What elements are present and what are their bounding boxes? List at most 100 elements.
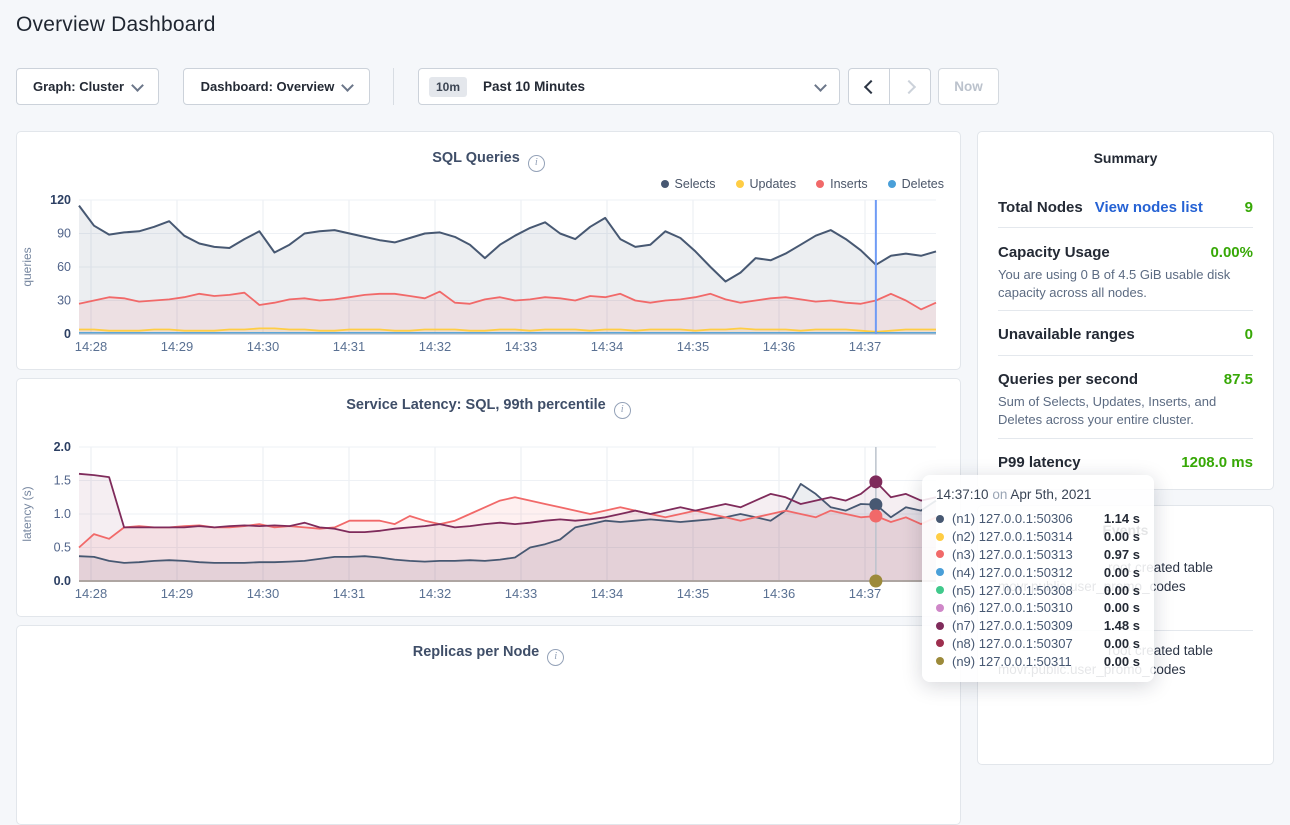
tooltip-node-row: (n3) 127.0.0.1:503130.97 s xyxy=(936,546,1140,564)
chevron-down-icon xyxy=(341,79,354,92)
info-icon[interactable]: i xyxy=(547,649,564,666)
svg-text:14:35: 14:35 xyxy=(677,586,710,601)
tooltip-node-row: (n5) 127.0.0.1:50308 0.00 s xyxy=(936,581,1140,599)
service-latency-panel: Service Latency: SQL, 99th percentilei 1… xyxy=(16,378,961,617)
node-latency-value: 0.00 s xyxy=(1104,654,1140,669)
sql-queries-chart[interactable]: 14:2814:2914:3014:3114:3214:3314:3414:35… xyxy=(17,192,962,367)
node-address: (n5) 127.0.0.1:50308 xyxy=(952,583,1073,598)
info-icon[interactable]: i xyxy=(614,402,631,419)
dashboard-dropdown-label: Dashboard: Overview xyxy=(201,79,335,94)
time-step-buttons xyxy=(848,68,931,105)
node-dot-icon xyxy=(936,639,944,647)
svg-text:30: 30 xyxy=(57,294,71,308)
tooltip-node-row: (n2) 127.0.0.1:50314 0.00 s xyxy=(936,528,1140,546)
now-button[interactable]: Now xyxy=(938,68,999,105)
svg-text:14:32: 14:32 xyxy=(419,339,452,354)
chevron-down-icon xyxy=(131,79,144,92)
legend-dot-icon xyxy=(888,180,896,188)
page-title: Overview Dashboard xyxy=(16,13,216,37)
summary-row-capacity: Capacity Usage 0.00% You are using 0 B o… xyxy=(998,228,1253,311)
svg-text:1.0: 1.0 xyxy=(54,507,71,521)
tooltip-timestamp: 14:37:10 on Apr 5th, 2021 xyxy=(936,487,1140,502)
node-address: (n2) 127.0.0.1:50314 xyxy=(952,529,1073,544)
node-address: (n6) 127.0.0.1:50310 xyxy=(952,600,1073,615)
node-latency-value: 0.00 s xyxy=(1104,583,1140,598)
capacity-usage-value: 0.00% xyxy=(1210,244,1253,261)
node-latency-value: 1.48 s xyxy=(1104,618,1140,633)
replicas-per-node-title: Replicas per Nodei xyxy=(17,644,960,666)
prev-range-button[interactable] xyxy=(849,69,889,104)
svg-text:0.5: 0.5 xyxy=(54,541,71,555)
svg-text:14:37: 14:37 xyxy=(849,339,882,354)
svg-text:14:30: 14:30 xyxy=(247,339,280,354)
service-latency-title: Service Latency: SQL, 99th percentilei xyxy=(17,397,960,419)
svg-text:14:36: 14:36 xyxy=(763,586,796,601)
view-nodes-list-link[interactable]: View nodes list xyxy=(1095,199,1203,216)
dashboard-dropdown[interactable]: Dashboard: Overview xyxy=(183,68,370,105)
svg-text:90: 90 xyxy=(57,227,71,241)
svg-text:14:37: 14:37 xyxy=(849,586,882,601)
chevron-left-icon xyxy=(863,79,877,93)
p99-latency-label: P99 latency xyxy=(998,454,1081,471)
sql-queries-panel: SQL Queriesi Selects Updates Inserts Delete… xyxy=(16,131,961,370)
capacity-usage-label: Capacity Usage xyxy=(998,244,1110,261)
svg-text:queries: queries xyxy=(20,247,34,286)
node-address: (n4) 127.0.0.1:50312 xyxy=(952,565,1073,580)
replicas-per-node-panel: Replicas per Nodei xyxy=(16,625,961,825)
svg-text:14:34: 14:34 xyxy=(591,586,624,601)
legend-item: Deletes xyxy=(888,177,944,191)
node-address: (n3) 127.0.0.1:50313 xyxy=(952,547,1073,562)
node-latency-value: 0.00 s xyxy=(1104,600,1140,615)
graph-dropdown-label: Graph: Cluster xyxy=(33,79,124,94)
svg-text:14:29: 14:29 xyxy=(161,586,194,601)
legend-dot-icon xyxy=(736,180,744,188)
node-latency-value: 1.14 s xyxy=(1104,511,1140,526)
legend-dot-icon xyxy=(661,180,669,188)
service-latency-chart[interactable]: 14:2814:2914:3014:3114:3214:3314:3414:35… xyxy=(17,439,962,614)
total-nodes-value: 9 xyxy=(1245,199,1253,216)
svg-text:14:29: 14:29 xyxy=(161,339,194,354)
toolbar-divider xyxy=(393,68,394,105)
legend-label: Updates xyxy=(750,177,797,191)
summary-title: Summary xyxy=(978,150,1273,166)
sql-queries-title: SQL Queriesi xyxy=(17,150,960,172)
legend-label: Selects xyxy=(675,177,716,191)
tooltip-node-row: (n4) 127.0.0.1:503120.00 s xyxy=(936,563,1140,581)
legend-item: Inserts xyxy=(816,177,868,191)
svg-text:60: 60 xyxy=(57,260,71,274)
chart-hover-tooltip: 14:37:10 on Apr 5th, 2021 (n1) 127.0.0.1… xyxy=(922,475,1154,682)
svg-text:latency (s): latency (s) xyxy=(20,486,34,541)
svg-text:14:33: 14:33 xyxy=(505,586,538,601)
summary-panel: Summary Total Nodes View nodes list 9 Ca… xyxy=(977,131,1274,490)
chevron-down-icon xyxy=(814,79,827,92)
svg-text:1.5: 1.5 xyxy=(54,474,71,488)
tooltip-node-row: (n8) 127.0.0.1:503070.00 s xyxy=(936,635,1140,653)
legend-dot-icon xyxy=(816,180,824,188)
unavailable-ranges-label: Unavailable ranges xyxy=(998,326,1135,343)
node-dot-icon xyxy=(936,568,944,576)
node-latency-value: 0.00 s xyxy=(1104,636,1140,651)
graph-dropdown[interactable]: Graph: Cluster xyxy=(16,68,159,105)
qps-label: Queries per second xyxy=(998,371,1138,388)
time-range-badge: 10m xyxy=(429,77,467,97)
svg-text:14:28: 14:28 xyxy=(75,586,108,601)
time-range-dropdown[interactable]: 10m Past 10 Minutes xyxy=(418,68,840,105)
tooltip-node-row: (n7) 127.0.0.1:503091.48 s xyxy=(936,617,1140,635)
svg-text:120: 120 xyxy=(50,193,71,207)
svg-text:0.0: 0.0 xyxy=(54,574,71,588)
legend-label: Inserts xyxy=(830,177,868,191)
svg-text:14:34: 14:34 xyxy=(591,339,624,354)
next-range-button[interactable] xyxy=(889,69,930,104)
unavailable-ranges-value: 0 xyxy=(1245,326,1253,343)
total-nodes-label: Total Nodes xyxy=(998,199,1083,216)
tooltip-node-row: (n9) 127.0.0.1:503110.00 s xyxy=(936,652,1140,670)
node-dot-icon xyxy=(936,622,944,630)
svg-text:14:31: 14:31 xyxy=(333,586,366,601)
info-icon[interactable]: i xyxy=(528,155,545,172)
node-dot-icon xyxy=(936,550,944,558)
qps-value: 87.5 xyxy=(1224,371,1253,388)
node-latency-value: 0.00 s xyxy=(1104,529,1140,544)
svg-text:14:32: 14:32 xyxy=(419,586,452,601)
node-dot-icon xyxy=(936,533,944,541)
tooltip-node-row: (n6) 127.0.0.1:50310 0.00 s xyxy=(936,599,1140,617)
